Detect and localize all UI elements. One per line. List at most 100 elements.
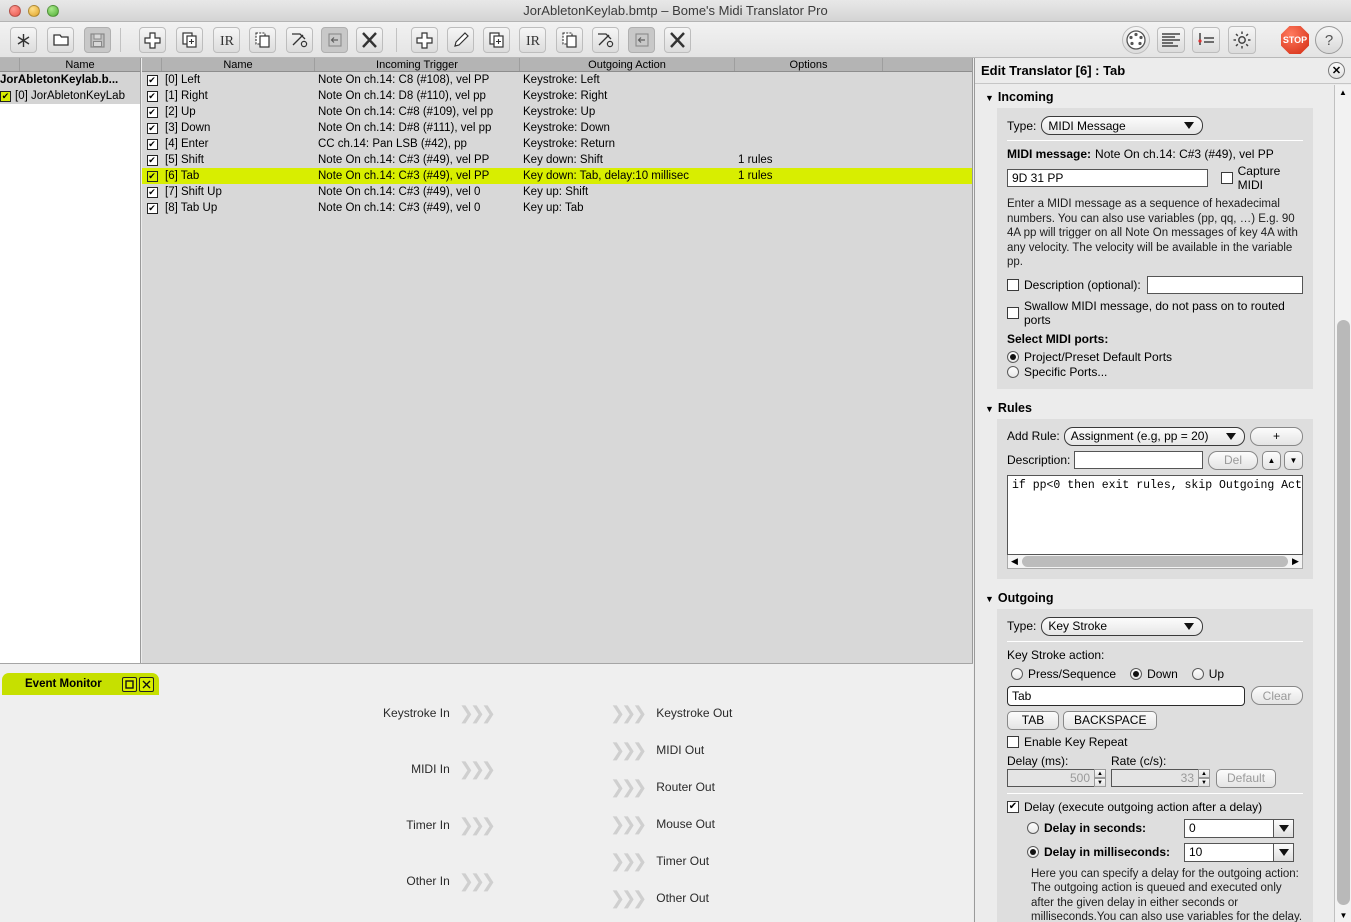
- swallow-midi-checkbox[interactable]: [1007, 306, 1019, 319]
- event-monitor-output-row[interactable]: ❯❯❯ Router Out: [610, 778, 970, 796]
- delay-seconds-dropdown-icon[interactable]: [1274, 818, 1294, 838]
- rate-stepper[interactable]: ▲ ▼: [1198, 769, 1210, 787]
- scroll-thumb[interactable]: [1022, 555, 1288, 567]
- port-specific-radio[interactable]: [1007, 365, 1019, 378]
- row-checkbox-cell[interactable]: ✔: [142, 90, 162, 102]
- table-row[interactable]: ✔ [6] Tab Note On ch.14: C#3 (#49), vel PP…: [142, 168, 972, 184]
- new-project-icon[interactable]: [10, 27, 37, 53]
- open-project-icon[interactable]: [47, 27, 74, 53]
- tab-key-button[interactable]: TAB: [1007, 710, 1059, 730]
- rename-translator-icon[interactable]: IR: [519, 27, 546, 53]
- delay-milliseconds-dropdown-icon[interactable]: [1274, 842, 1294, 862]
- th-outgoing-action[interactable]: Outgoing Action: [520, 58, 735, 71]
- row-enabled-checkbox[interactable]: ✔: [146, 106, 158, 118]
- event-monitor-output-row[interactable]: ❯❯❯ MIDI Out: [610, 741, 970, 759]
- table-row[interactable]: ✔ [7] Shift Up Note On ch.14: C#3 (#49), v…: [142, 184, 972, 200]
- settings-gear-icon[interactable]: [1228, 26, 1256, 54]
- delay-ms-input[interactable]: 500: [1007, 769, 1095, 787]
- table-row[interactable]: ✔ [0] Left Note On ch.14: C8 (#108), vel P…: [142, 72, 972, 88]
- port-default-radio[interactable]: [1007, 350, 1019, 363]
- keystroke-input[interactable]: Tab: [1007, 685, 1245, 706]
- event-monitor-tab[interactable]: Event Monitor: [2, 673, 159, 695]
- delay-enable-checkbox[interactable]: ✔: [1007, 800, 1019, 813]
- table-row[interactable]: ✔ [8] Tab Up Note On ch.14: C#3 (#49), vel…: [142, 200, 972, 216]
- backspace-key-button[interactable]: BACKSPACE: [1063, 710, 1158, 730]
- clear-keystroke-button[interactable]: Clear: [1251, 686, 1303, 705]
- event-monitor-close-icon[interactable]: [139, 676, 154, 692]
- preset-checkbox[interactable]: ✔: [0, 90, 11, 102]
- row-checkbox-cell[interactable]: ✔: [142, 122, 162, 134]
- stop-button[interactable]: STOP: [1281, 26, 1309, 54]
- scroll-right-icon[interactable]: ▶: [1289, 556, 1302, 567]
- cut-translator-icon[interactable]: [592, 27, 619, 53]
- event-monitor-icon[interactable]: [1192, 27, 1220, 53]
- add-rule-button[interactable]: +: [1250, 426, 1303, 446]
- event-monitor-input-row[interactable]: Other In ❯❯❯: [0, 872, 500, 890]
- row-enabled-checkbox[interactable]: ✔: [146, 90, 158, 102]
- preset-row-0[interactable]: ✔ [0] JorAbletonKeyLab: [0, 88, 140, 104]
- row-enabled-checkbox[interactable]: ✔: [146, 170, 158, 182]
- section-header-rules[interactable]: ▼ Rules: [975, 389, 1335, 419]
- row-checkbox-cell[interactable]: ✔: [142, 74, 162, 86]
- project-file-row[interactable]: JorAbletonKeylab.b...: [0, 72, 140, 88]
- rules-horizontal-scrollbar[interactable]: ◀ ▶: [1007, 554, 1303, 569]
- section-header-outgoing[interactable]: ▼ Outgoing: [975, 579, 1335, 609]
- rate-input[interactable]: 33: [1111, 769, 1199, 787]
- delay-ms-stepper[interactable]: ▲ ▼: [1094, 769, 1106, 787]
- row-checkbox-cell[interactable]: ✔: [142, 138, 162, 150]
- action-press-sequence-radio[interactable]: [1011, 667, 1023, 680]
- row-enabled-checkbox[interactable]: ✔: [146, 74, 158, 86]
- editor-vertical-scrollbar[interactable]: ▲ ▼: [1334, 85, 1351, 922]
- midi-hex-input[interactable]: 9D 31 PP: [1007, 169, 1208, 187]
- paste-translator-icon[interactable]: [628, 27, 655, 53]
- table-row[interactable]: ✔ [4] Enter CC ch.14: Pan LSB (#42), pp Key…: [142, 136, 972, 152]
- rename-preset-icon[interactable]: IR: [213, 27, 240, 53]
- midi-ports-icon[interactable]: [1122, 26, 1150, 54]
- enable-key-repeat-checkbox[interactable]: [1007, 735, 1019, 748]
- table-row[interactable]: ✔ [5] Shift Note On ch.14: C#3 (#49), vel …: [142, 152, 972, 168]
- add-translator-icon[interactable]: [411, 27, 438, 53]
- capture-midi-checkbox[interactable]: [1220, 172, 1233, 184]
- event-monitor-input-row[interactable]: Timer In ❯❯❯: [0, 816, 500, 834]
- row-checkbox-cell[interactable]: ✔: [142, 154, 162, 166]
- event-monitor-input-row[interactable]: MIDI In ❯❯❯: [0, 760, 500, 778]
- duplicate-preset-icon[interactable]: [176, 27, 203, 53]
- row-enabled-checkbox[interactable]: ✔: [146, 138, 158, 150]
- event-monitor-input-row[interactable]: Keystroke In ❯❯❯: [0, 704, 500, 722]
- delete-rule-button[interactable]: Del: [1208, 450, 1258, 470]
- table-row[interactable]: ✔ [3] Down Note On ch.14: D#8 (#111), vel …: [142, 120, 972, 136]
- row-enabled-checkbox[interactable]: ✔: [146, 154, 158, 166]
- rule-description-input[interactable]: [1074, 451, 1203, 469]
- row-enabled-checkbox[interactable]: ✔: [146, 122, 158, 134]
- event-monitor-restore-icon[interactable]: [122, 676, 137, 692]
- th-incoming-trigger[interactable]: Incoming Trigger: [315, 58, 520, 71]
- rule-move-up-button[interactable]: ▲: [1262, 450, 1281, 470]
- description-input[interactable]: [1146, 275, 1303, 294]
- action-up-radio[interactable]: [1191, 667, 1204, 680]
- event-monitor-output-row[interactable]: ❯❯❯ Timer Out: [610, 852, 970, 870]
- add-rule-select[interactable]: Assignment (e.g, pp = 20): [1063, 426, 1245, 446]
- event-monitor-output-row[interactable]: ❯❯❯ Other Out: [610, 889, 970, 907]
- delay-seconds-input[interactable]: 0: [1184, 818, 1274, 838]
- th-options[interactable]: Options: [735, 58, 883, 71]
- row-checkbox-cell[interactable]: ✔: [142, 186, 162, 198]
- help-button[interactable]: ?: [1315, 26, 1343, 54]
- incoming-type-select[interactable]: MIDI Message: [1041, 116, 1204, 135]
- scroll-up-icon[interactable]: ▲: [1335, 85, 1351, 99]
- table-row[interactable]: ✔ [1] Right Note On ch.14: D8 (#110), vel …: [142, 88, 972, 104]
- section-header-incoming[interactable]: ▼ Incoming: [975, 85, 1335, 108]
- description-checkbox[interactable]: [1007, 278, 1019, 291]
- outgoing-type-select[interactable]: Key Stroke: [1041, 616, 1204, 636]
- row-checkbox-cell[interactable]: ✔: [142, 170, 162, 182]
- default-rate-button[interactable]: Default: [1216, 768, 1277, 788]
- edit-translator-icon[interactable]: [447, 27, 474, 53]
- th-name[interactable]: Name: [162, 58, 315, 71]
- close-icon[interactable]: ✕: [1328, 62, 1345, 79]
- save-project-icon[interactable]: [84, 27, 111, 53]
- delete-preset-icon[interactable]: [356, 27, 383, 53]
- copy-preset-icon[interactable]: [249, 27, 276, 53]
- event-monitor-output-row[interactable]: ❯❯❯ Mouse Out: [610, 815, 970, 833]
- scroll-thumb[interactable]: [1337, 320, 1350, 905]
- delay-milliseconds-input[interactable]: 10: [1184, 842, 1274, 862]
- add-preset-icon[interactable]: [139, 27, 166, 53]
